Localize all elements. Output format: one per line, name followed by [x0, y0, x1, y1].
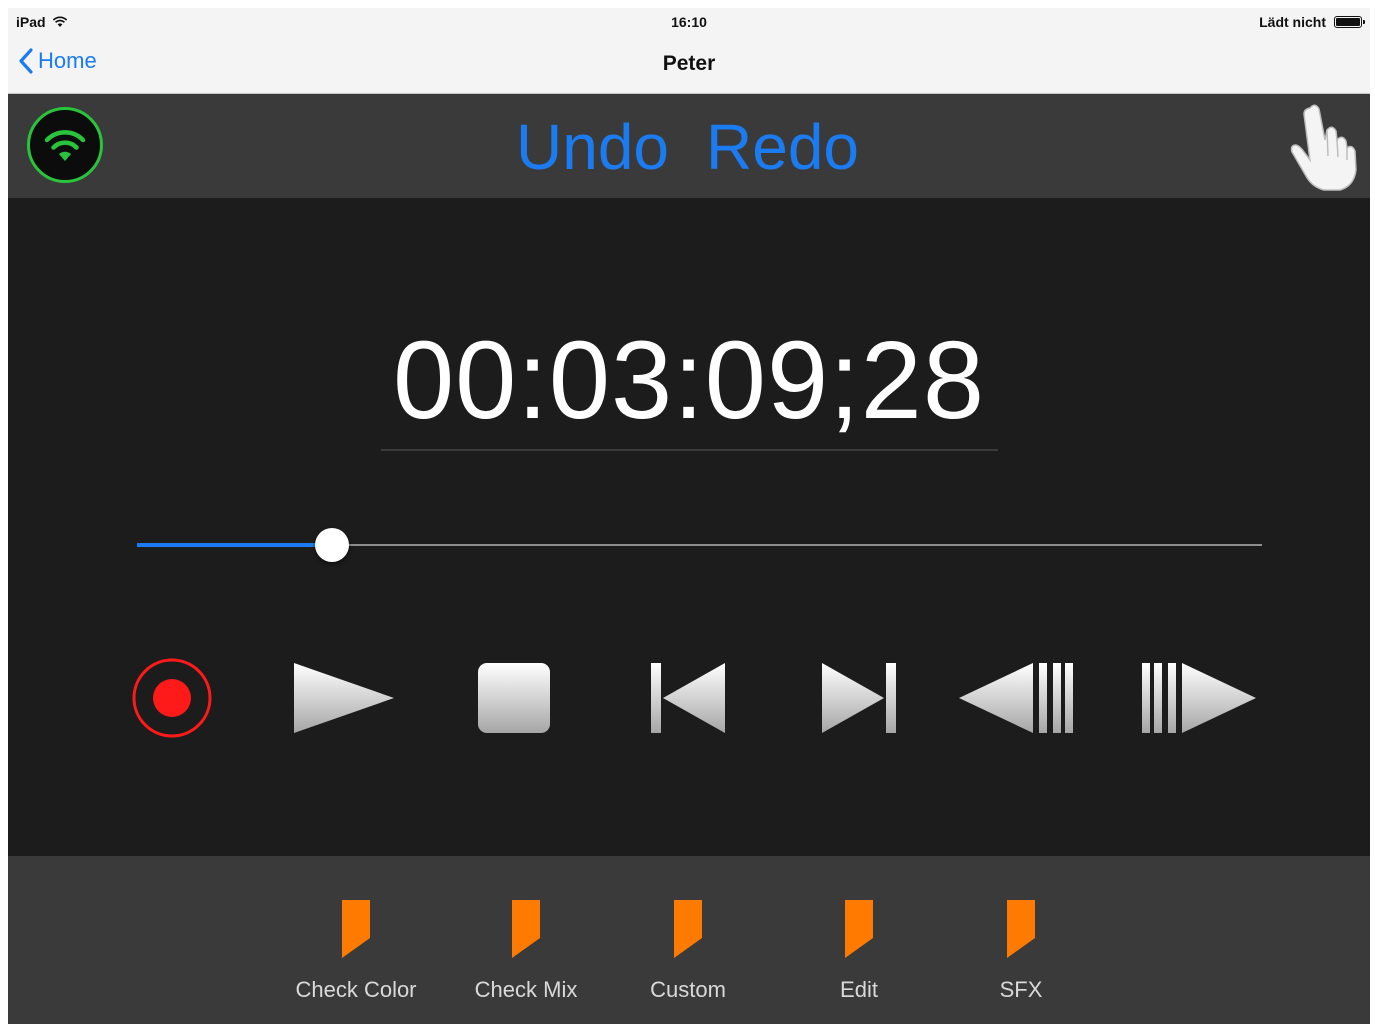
record-button[interactable] — [130, 648, 214, 748]
marker-flag-icon — [845, 900, 873, 958]
back-button-label: Home — [38, 48, 97, 73]
stop-icon — [478, 663, 550, 733]
slider-fill — [137, 543, 332, 547]
marker-custom[interactable]: Custom — [608, 898, 768, 1003]
page-title: Peter — [662, 52, 716, 75]
timecode-display: 00:03:09;28 — [392, 319, 986, 442]
status-bar: iPad 16:10 Lädt nicht — [8, 8, 1370, 38]
marker-label: Edit — [840, 977, 878, 1002]
redo-button[interactable]: Redo — [706, 110, 859, 184]
marker-check-color[interactable]: Check Color — [276, 898, 436, 1003]
step-back-icon — [959, 663, 1073, 733]
back-button[interactable]: Home — [18, 48, 97, 74]
transport-controls — [8, 648, 1370, 748]
marker-flag-icon — [342, 900, 370, 958]
marker-flag-icon — [1007, 900, 1035, 958]
battery-icon — [1334, 16, 1365, 28]
record-icon — [132, 658, 212, 738]
marker-check-mix[interactable]: Check Mix — [446, 898, 606, 1003]
marker-sfx[interactable]: SFX — [941, 898, 1101, 1003]
status-time: 16:10 — [671, 14, 707, 30]
step-forward-button[interactable] — [1140, 648, 1258, 748]
play-button[interactable] — [291, 648, 397, 748]
chevron-left-icon — [19, 48, 33, 74]
marker-label: Custom — [650, 977, 726, 1002]
battery-status-label: Lädt nicht — [1259, 14, 1326, 30]
play-icon — [294, 663, 394, 733]
previous-button[interactable] — [649, 648, 727, 748]
next-button[interactable] — [820, 648, 898, 748]
connection-button[interactable] — [27, 107, 103, 183]
step-forward-icon — [1142, 663, 1256, 733]
stop-button[interactable] — [476, 648, 552, 748]
app-frame: iPad 16:10 Lädt nicht Home Peter Undo Re… — [8, 8, 1370, 1024]
marker-bar: Check Color Check Mix Custom Edit SFX — [8, 856, 1370, 1024]
skip-forward-icon — [822, 663, 896, 733]
position-slider[interactable] — [137, 528, 1262, 562]
skip-back-icon — [651, 663, 725, 733]
app-toolbar: Undo Redo — [8, 94, 1370, 198]
navigation-bar: Home Peter — [8, 38, 1370, 94]
marker-label: Check Color — [295, 977, 417, 1002]
marker-flag-icon — [512, 900, 540, 958]
step-back-button[interactable] — [957, 648, 1075, 748]
marker-label: SFX — [999, 977, 1043, 1002]
hand-pointer-icon[interactable] — [1284, 100, 1360, 192]
marker-edit[interactable]: Edit — [779, 898, 939, 1003]
marker-label: Check Mix — [474, 977, 578, 1002]
undo-button[interactable]: Undo — [516, 110, 669, 184]
wifi-icon — [44, 130, 86, 161]
marker-flag-icon — [674, 900, 702, 958]
timecode-divider — [381, 449, 998, 451]
slider-thumb[interactable] — [314, 528, 349, 562]
